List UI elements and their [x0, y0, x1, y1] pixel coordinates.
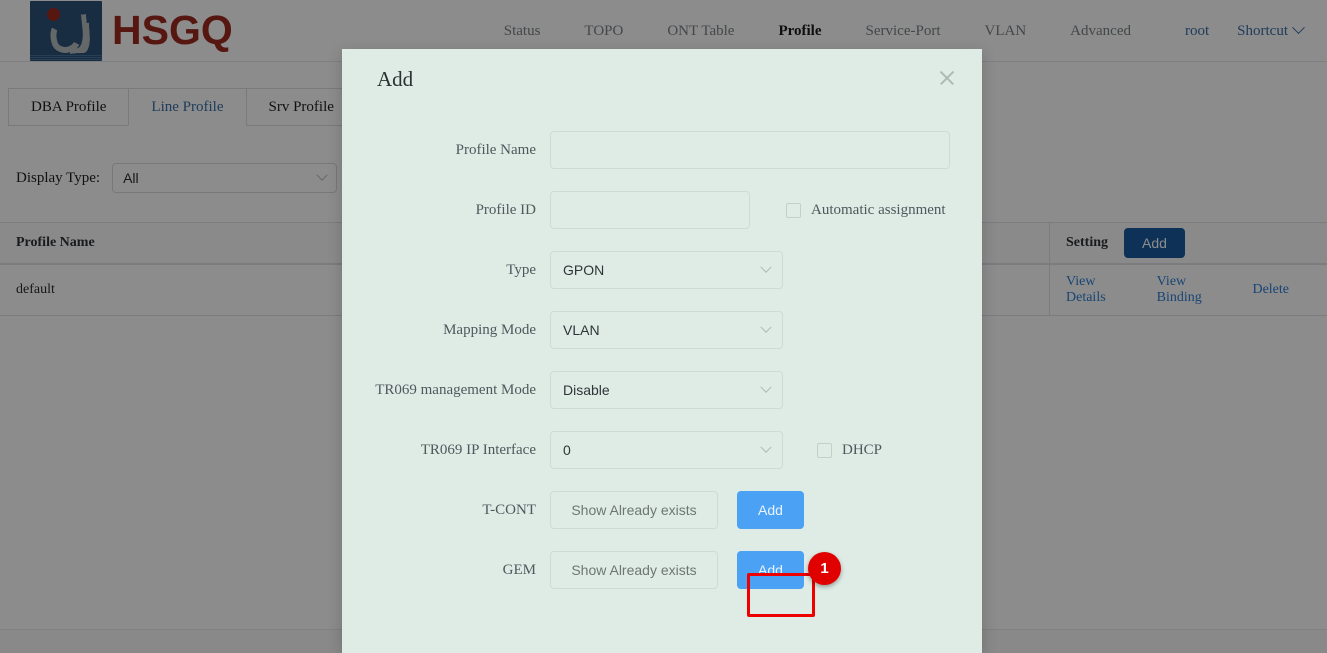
type-select[interactable]: GPON — [550, 251, 783, 289]
field-row-type: Type GPON — [342, 251, 982, 289]
dialog-form: Profile Name Profile ID Automatic assign… — [342, 111, 982, 589]
label-gem: GEM — [502, 561, 536, 578]
automatic-assignment-checkbox-group[interactable]: Automatic assignment — [786, 202, 946, 219]
chevron-down-icon — [760, 321, 772, 333]
chevron-down-icon — [760, 381, 772, 393]
field-row-gem: GEM Show Already exists Add — [342, 551, 982, 589]
mapping-mode-select-value: VLAN — [563, 322, 600, 338]
annotation-step-badge: 1 — [808, 552, 841, 585]
label-mapping-mode: Mapping Mode — [443, 321, 536, 338]
label-tr069-management-mode: TR069 management Mode — [375, 381, 536, 398]
dialog-title: Add — [377, 67, 414, 91]
label-automatic-assignment: Automatic assignment — [811, 201, 946, 218]
dialog-header: Add — [342, 49, 982, 111]
profile-id-input[interactable] — [550, 191, 750, 229]
label-tr069-ip-interface: TR069 IP Interface — [420, 441, 536, 458]
label-profile-id: Profile ID — [475, 201, 536, 218]
profile-name-input[interactable] — [550, 131, 950, 169]
tr069-ip-interface-select[interactable]: 0 — [550, 431, 783, 469]
gem-add-button[interactable]: Add — [737, 551, 804, 589]
automatic-assignment-checkbox[interactable] — [786, 202, 801, 218]
field-row-mapping-mode: Mapping Mode VLAN — [342, 311, 982, 349]
label-dhcp: DHCP — [842, 441, 883, 458]
tr069-management-mode-value: Disable — [563, 382, 610, 398]
chevron-down-icon — [760, 441, 772, 453]
label-profile-name: Profile Name — [455, 141, 536, 158]
chevron-down-icon — [760, 261, 772, 273]
tcont-add-button[interactable]: Add — [737, 491, 804, 529]
field-row-tr069-ip-interface: TR069 IP Interface 0 DHCP — [342, 431, 982, 469]
tr069-management-mode-select[interactable]: Disable — [550, 371, 783, 409]
dhcp-checkbox[interactable] — [817, 442, 832, 458]
label-tcont: T-CONT — [482, 501, 536, 518]
add-line-profile-dialog: Add Profile Name Profile ID Automatic as… — [342, 49, 982, 653]
tr069-ip-interface-value: 0 — [563, 442, 571, 458]
app-root: HSGQ Status TOPO ONT Table Profile Servi… — [0, 0, 1327, 653]
label-type: Type — [506, 261, 536, 278]
field-row-tcont: T-CONT Show Already exists Add — [342, 491, 982, 529]
close-icon[interactable] — [938, 69, 956, 87]
field-row-profile-id: Profile ID Automatic assignment — [342, 191, 982, 229]
tcont-show-existing-button[interactable]: Show Already exists — [550, 491, 718, 529]
field-row-profile-name: Profile Name — [342, 131, 982, 169]
field-row-tr069-management-mode: TR069 management Mode Disable — [342, 371, 982, 409]
dhcp-checkbox-group[interactable]: DHCP — [817, 442, 882, 459]
mapping-mode-select[interactable]: VLAN — [550, 311, 783, 349]
gem-show-existing-button[interactable]: Show Already exists — [550, 551, 718, 589]
type-select-value: GPON — [563, 262, 605, 278]
